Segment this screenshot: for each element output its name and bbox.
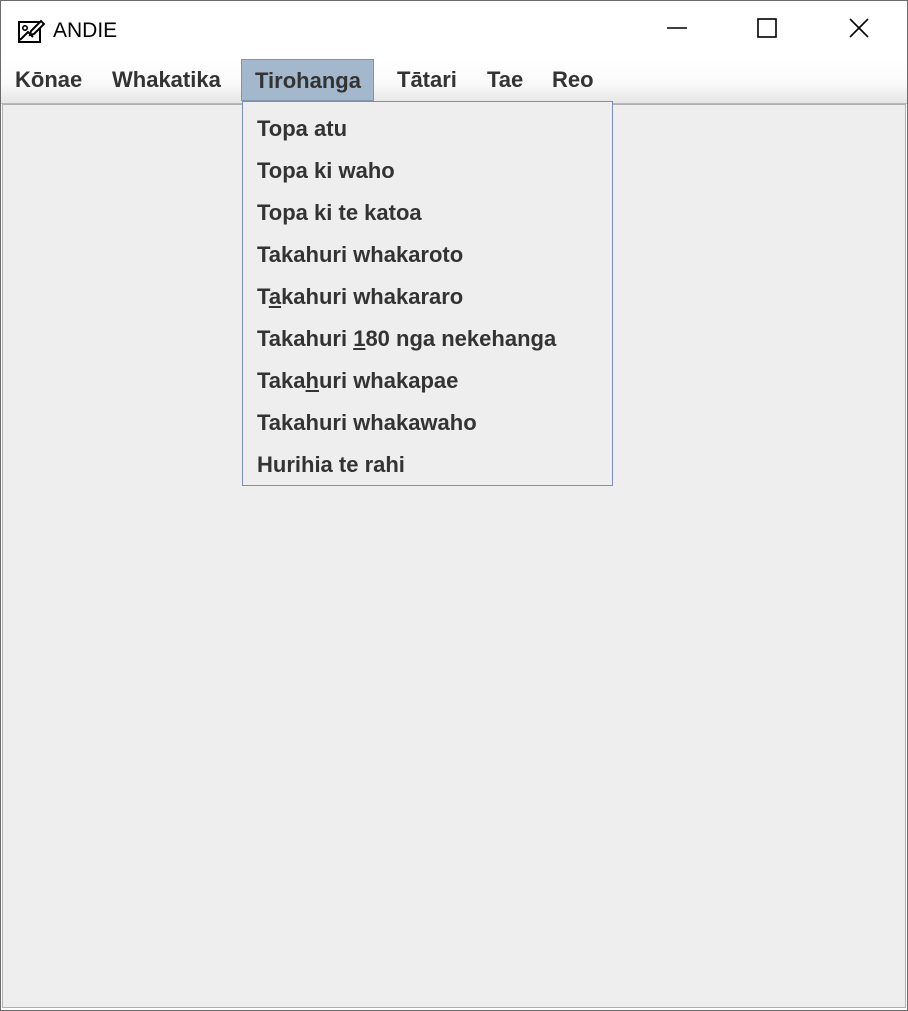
image-edit-icon [17,17,46,45]
menu-item-rotate-180[interactable]: Takahuri 180 nga nekehanga [257,318,556,360]
menu-item-rotate-left[interactable]: Takahuri whakaroto [257,234,463,276]
minimize-button[interactable] [645,1,709,59]
menu-item-label-pre: T [257,284,269,309]
menu-item-resize[interactable]: Hurihia te rahi [257,444,405,486]
menu-reo[interactable]: Reo [552,59,594,101]
menu-item-label-pre: Takahuri [257,326,354,351]
menu-item-label-post: uri whakapae [318,368,459,393]
menu-bar: Kōnae Whakatika Tirohanga Tātari Tae Reo [1,59,907,104]
menu-item-zoom-full[interactable]: Topa ki te katoa [257,192,422,234]
minimize-icon [666,17,688,44]
menu-tatari[interactable]: Tātari [397,59,457,101]
menu-item-label-post: 80 nga nekehanga [365,326,557,351]
menu-item-flip-horizontal[interactable]: Takahuri whakapae [257,360,458,402]
menu-item-zoom-out[interactable]: Topa ki waho [257,150,395,192]
menu-whakatika[interactable]: Whakatika [112,59,221,101]
tirohanga-dropdown-menu: Topa atu Topa ki waho Topa ki te katoa T… [242,101,613,486]
close-button[interactable] [827,1,891,59]
maximize-icon [756,17,778,44]
menu-tirohanga[interactable]: Tirohanga [241,59,374,101]
menu-konae[interactable]: Kōnae [15,59,82,101]
menu-item-rotate-right[interactable]: Takahuri whakararo [257,276,463,318]
close-icon [848,17,870,44]
menu-item-zoom-in[interactable]: Topa atu [257,108,347,150]
menu-item-flip-vertical[interactable]: Takahuri whakawaho [257,402,477,444]
menu-tae[interactable]: Tae [487,59,523,101]
maximize-button[interactable] [735,1,799,59]
title-bar[interactable]: ANDIE [1,1,907,59]
app-window: ANDIE Kōnae Whakatika Tirohanga Tātari T… [0,0,908,1011]
mnemonic-letter: h [305,368,319,393]
window-title: ANDIE [53,19,118,42]
menu-item-label-pre: Taka [257,368,306,393]
menu-item-label-post: kahuri whakararo [281,284,464,309]
mnemonic-letter: 1 [353,326,366,351]
mnemonic-letter: a [268,284,282,309]
